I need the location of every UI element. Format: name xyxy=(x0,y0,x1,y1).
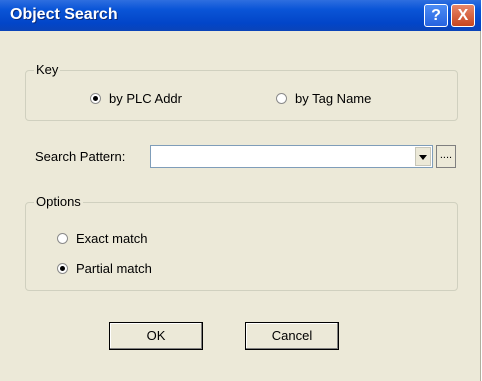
radio-label-by-tag-name: by Tag Name xyxy=(295,91,372,106)
search-pattern-combobox[interactable] xyxy=(150,145,433,168)
help-icon: ? xyxy=(431,7,441,24)
radio-label-partial-match: Partial match xyxy=(76,261,152,276)
cancel-button[interactable]: Cancel xyxy=(245,322,339,350)
object-search-dialog: Object Search ? X Key by PLC Addr by Tag… xyxy=(0,0,481,381)
browse-button[interactable]: .... xyxy=(436,145,456,168)
chevron-down-icon[interactable] xyxy=(415,147,431,166)
radio-indicator-checked[interactable] xyxy=(90,93,101,104)
radio-label-exact-match: Exact match xyxy=(76,231,148,246)
radio-by-plc-addr[interactable]: by PLC Addr xyxy=(90,91,182,106)
key-group: Key by PLC Addr by Tag Name xyxy=(25,62,458,121)
radio-exact-match[interactable]: Exact match xyxy=(57,231,148,246)
title-bar[interactable]: Object Search ? X xyxy=(0,0,481,31)
radio-label-by-plc-addr: by PLC Addr xyxy=(109,91,182,106)
ok-button[interactable]: OK xyxy=(109,322,203,350)
radio-by-tag-name[interactable]: by Tag Name xyxy=(276,91,371,106)
options-group-label: Options xyxy=(34,194,83,209)
help-button[interactable]: ? xyxy=(424,4,448,27)
key-group-label: Key xyxy=(34,62,61,77)
radio-indicator-checked[interactable] xyxy=(57,263,68,274)
radio-indicator[interactable] xyxy=(57,233,68,244)
radio-indicator[interactable] xyxy=(276,93,287,104)
search-pattern-label: Search Pattern: xyxy=(35,149,126,164)
dialog-title: Object Search xyxy=(10,6,118,23)
options-group: Options Exact match Partial match xyxy=(25,194,458,291)
close-icon: X xyxy=(457,7,469,24)
radio-partial-match[interactable]: Partial match xyxy=(57,261,152,276)
close-button[interactable]: X xyxy=(451,4,475,27)
